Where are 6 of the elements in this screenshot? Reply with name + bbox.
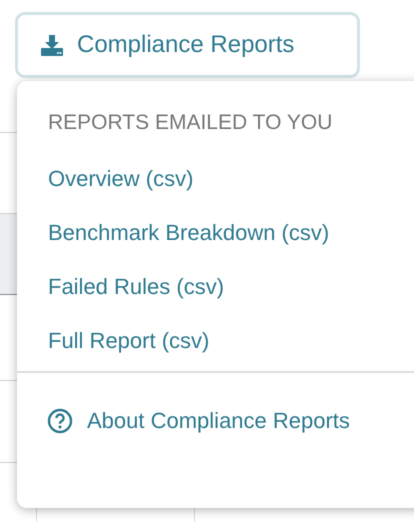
compliance-reports-button[interactable]: Compliance Reports (15, 12, 360, 78)
about-label: About Compliance Reports (87, 408, 350, 434)
download-icon (41, 34, 63, 56)
about-link[interactable]: About Compliance Reports (17, 391, 350, 451)
help-icon (47, 408, 73, 434)
menu-header: REPORTS EMAILED TO YOU (47, 111, 332, 135)
